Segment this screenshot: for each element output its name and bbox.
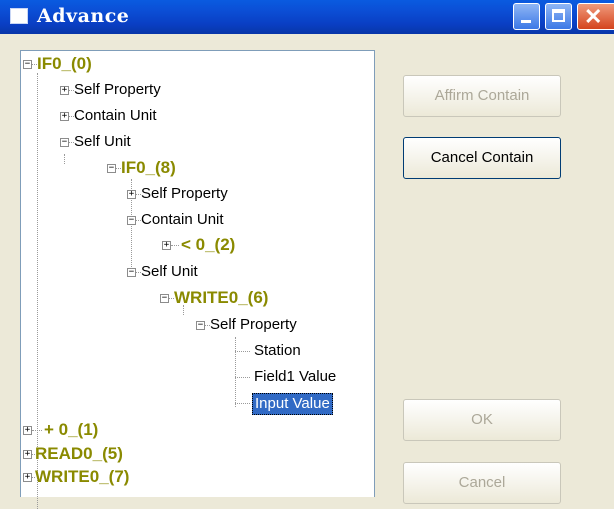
tree-node-label: Self Unit: [141, 263, 198, 280]
close-button[interactable]: ✕: [577, 3, 614, 30]
tree-node-label: Contain Unit: [74, 107, 157, 124]
collapse-icon[interactable]: −: [127, 216, 136, 225]
tree-node-label: Self Unit: [74, 133, 131, 150]
collapse-icon[interactable]: −: [160, 294, 169, 303]
cancel-button[interactable]: Cancel: [403, 462, 561, 504]
tree-node-label: IF0_(8): [121, 158, 176, 177]
expand-icon[interactable]: +: [23, 473, 32, 482]
tree-line: [171, 245, 179, 246]
maximize-button[interactable]: [545, 3, 572, 30]
tree-node-label: Self Property: [74, 81, 161, 98]
unit-tree[interactable]: − IF0_(0) + Self Property + Contain Unit…: [20, 50, 375, 509]
collapse-icon[interactable]: −: [127, 268, 136, 277]
tree-node-label: + 0_(1): [44, 420, 99, 439]
title-bar: Advance ✕: [0, 0, 614, 34]
tree-node-label: Self Property: [210, 316, 297, 333]
tree-node-label: Station: [254, 342, 301, 359]
window-title: Advance: [37, 5, 130, 27]
tree-line: [235, 377, 250, 378]
tree-line: [235, 351, 250, 352]
expand-icon[interactable]: +: [23, 450, 32, 459]
tree-line: [32, 430, 42, 431]
close-icon: ✕: [584, 4, 603, 29]
expand-icon[interactable]: +: [162, 241, 171, 250]
tree-node-label: Field1 Value: [254, 368, 337, 385]
tree-line: [235, 337, 236, 407]
tree-node-label: Input Value: [252, 393, 333, 415]
window-icon: [10, 8, 28, 24]
collapse-icon[interactable]: −: [23, 60, 32, 69]
collapse-icon[interactable]: −: [107, 164, 116, 173]
minimize-icon: [521, 20, 531, 23]
tree-line: [235, 403, 250, 404]
expand-icon[interactable]: +: [127, 190, 136, 199]
tree-node-label: WRITE0_(6): [174, 288, 269, 307]
collapse-icon[interactable]: −: [196, 321, 205, 330]
affirm-contain-button[interactable]: Affirm Contain: [403, 75, 561, 117]
cancel-contain-button[interactable]: Cancel Contain: [403, 137, 561, 179]
minimize-button[interactable]: [513, 3, 540, 30]
expand-icon[interactable]: +: [60, 86, 69, 95]
tree-node-label: READ0_(5): [35, 444, 123, 463]
tree-node-label: WRITE0_(7): [35, 467, 130, 486]
tree-node-label: < 0_(2): [181, 235, 236, 254]
tree-node-label: Self Property: [141, 185, 228, 202]
expand-icon[interactable]: +: [60, 112, 69, 121]
collapse-icon[interactable]: −: [60, 138, 69, 147]
tree-node-label: Contain Unit: [141, 211, 224, 228]
tree-line: [64, 154, 65, 164]
maximize-icon: [552, 9, 565, 22]
ok-button[interactable]: OK: [403, 399, 561, 441]
tree-node-label: IF0_(0): [37, 54, 92, 73]
expand-icon[interactable]: +: [23, 426, 32, 435]
